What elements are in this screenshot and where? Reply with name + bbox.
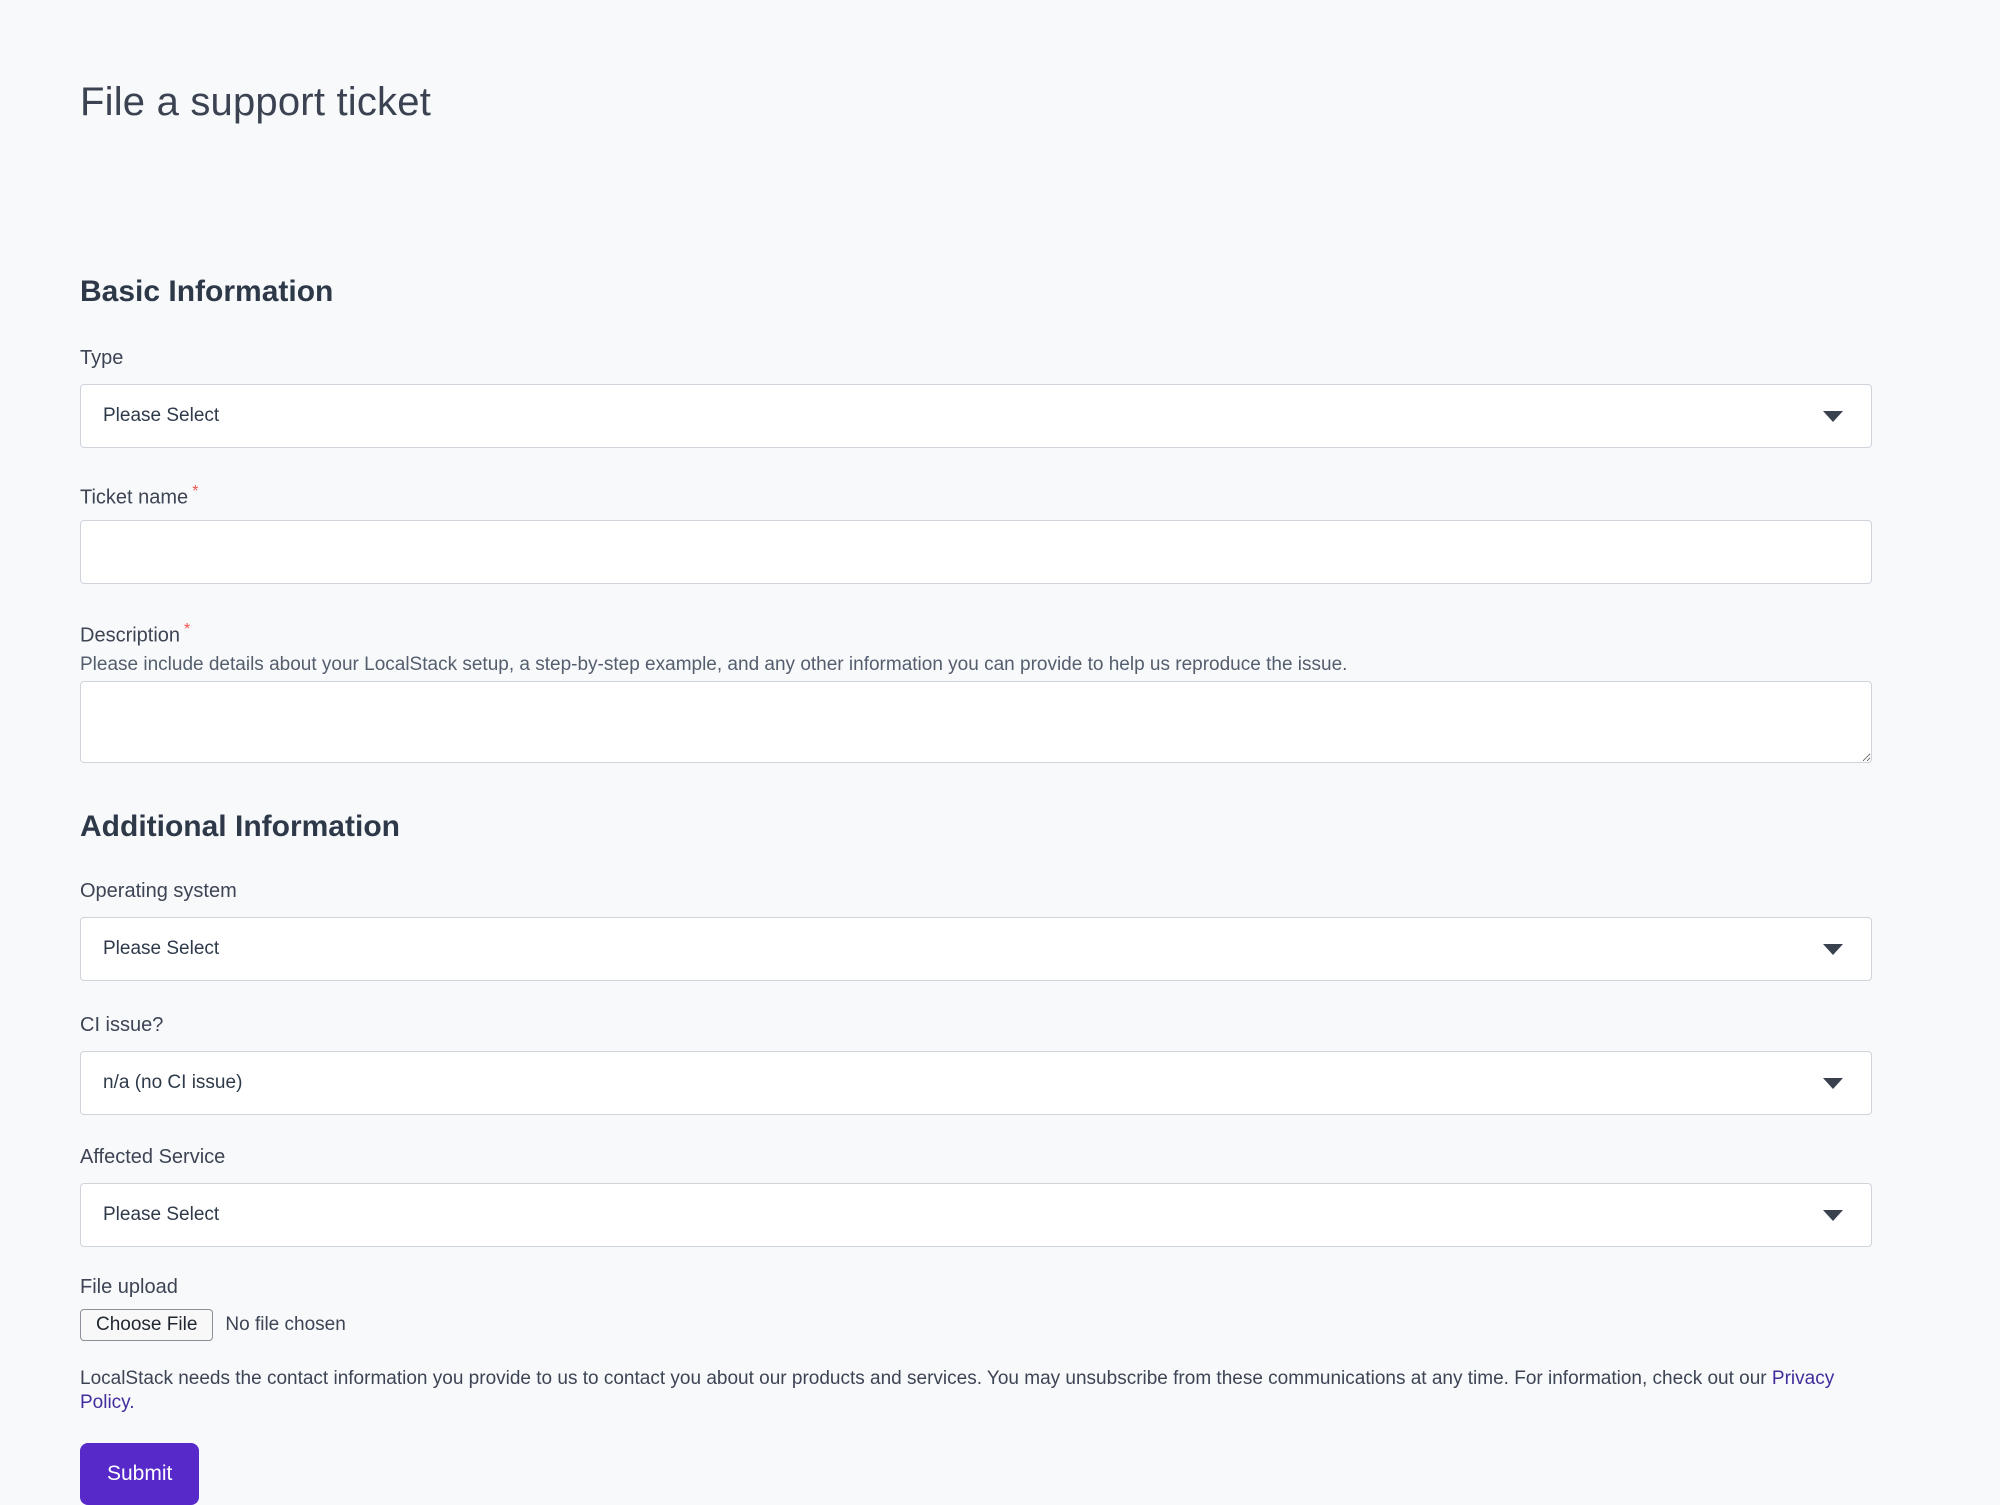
ci-issue-label-text: CI issue? bbox=[80, 1014, 163, 1036]
operating-system-label-text: Operating system bbox=[80, 880, 237, 902]
operating-system-select[interactable]: Please Select bbox=[80, 917, 1872, 981]
required-asterisk: * bbox=[192, 483, 198, 500]
file-upload-label: File upload bbox=[80, 1275, 1872, 1299]
description-label-text: Description bbox=[80, 624, 180, 646]
ticket-name-label: Ticket name* bbox=[80, 480, 1872, 510]
required-asterisk: * bbox=[184, 621, 190, 638]
affected-service-select[interactable]: Please Select bbox=[80, 1183, 1872, 1247]
choose-file-button[interactable]: Choose File bbox=[80, 1309, 213, 1341]
type-label: Type bbox=[80, 346, 1872, 370]
type-select-value: Please Select bbox=[103, 405, 219, 427]
privacy-notice: LocalStack needs the contact information… bbox=[80, 1367, 1872, 1415]
ci-issue-select-value: n/a (no CI issue) bbox=[103, 1072, 242, 1094]
ticket-name-label-text: Ticket name bbox=[80, 487, 188, 509]
description-textarea[interactable] bbox=[80, 681, 1872, 763]
affected-service-select-value: Please Select bbox=[103, 1204, 219, 1226]
affected-service-label: Affected Service bbox=[80, 1145, 1872, 1169]
chevron-down-icon bbox=[1823, 944, 1843, 955]
privacy-notice-period: . bbox=[129, 1392, 134, 1413]
privacy-notice-text: LocalStack needs the contact information… bbox=[80, 1368, 1772, 1389]
file-upload-label-text: File upload bbox=[80, 1276, 178, 1298]
ticket-name-input[interactable] bbox=[80, 520, 1872, 584]
file-upload-control: Choose File No file chosen bbox=[80, 1309, 1872, 1341]
operating-system-label: Operating system bbox=[80, 879, 1872, 903]
ci-issue-label: CI issue? bbox=[80, 1013, 1872, 1037]
additional-information-heading: Additional Information bbox=[80, 809, 1872, 845]
basic-information-heading: Basic Information bbox=[80, 274, 1872, 310]
chevron-down-icon bbox=[1823, 1210, 1843, 1221]
file-chosen-status: No file chosen bbox=[225, 1314, 345, 1336]
type-select[interactable]: Please Select bbox=[80, 384, 1872, 448]
affected-service-label-text: Affected Service bbox=[80, 1146, 225, 1168]
page-title: File a support ticket bbox=[80, 78, 1872, 126]
description-helper-text: Please include details about your LocalS… bbox=[80, 653, 1872, 677]
chevron-down-icon bbox=[1823, 411, 1843, 422]
operating-system-select-value: Please Select bbox=[103, 938, 219, 960]
submit-button[interactable]: Submit bbox=[80, 1443, 199, 1505]
chevron-down-icon bbox=[1823, 1078, 1843, 1089]
type-label-text: Type bbox=[80, 347, 123, 369]
description-label: Description* bbox=[80, 618, 1872, 648]
ci-issue-select[interactable]: n/a (no CI issue) bbox=[80, 1051, 1872, 1115]
support-ticket-form: File a support ticket Basic Information … bbox=[0, 0, 1872, 1505]
